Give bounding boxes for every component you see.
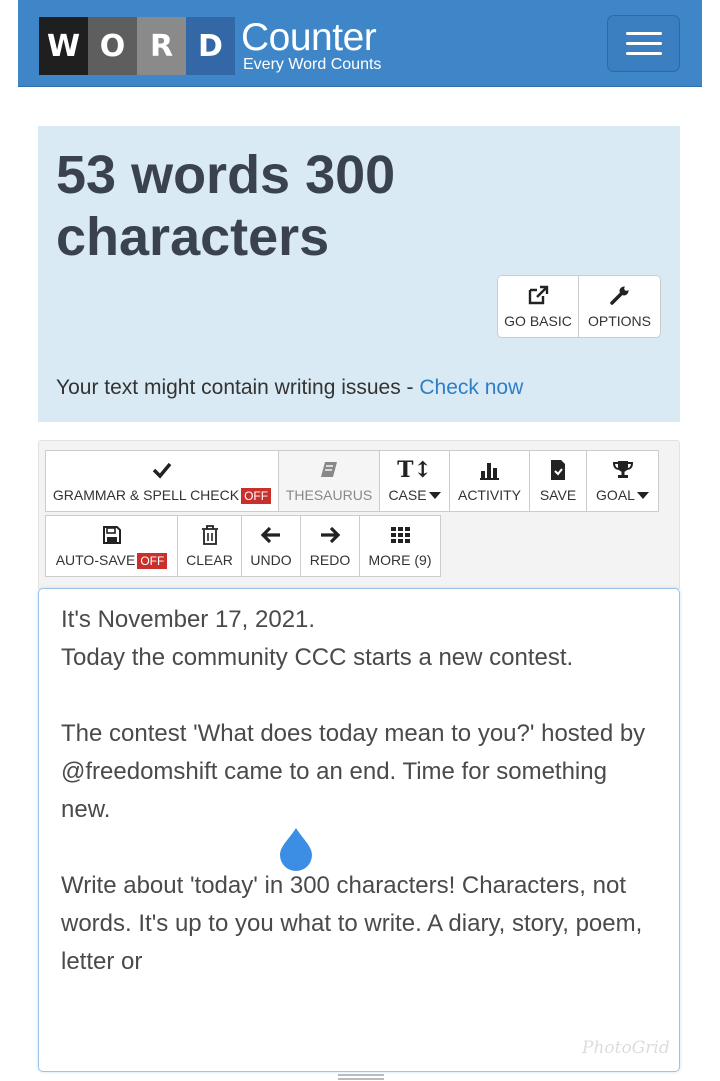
grammar-spell-check-button[interactable]: GRAMMAR & SPELL CHECK OFF bbox=[45, 450, 279, 512]
thesaurus-button[interactable]: THESAURUS bbox=[278, 450, 380, 512]
wrench-icon bbox=[609, 285, 629, 305]
goal-label: GOAL bbox=[596, 486, 635, 503]
goal-button[interactable]: GOAL bbox=[586, 450, 659, 512]
logo-brand: Counter Every Word Counts bbox=[241, 17, 381, 75]
undo-button[interactable]: UNDO bbox=[241, 515, 301, 577]
auto-save-button[interactable]: AUTO-SAVE OFF bbox=[45, 515, 178, 577]
hamburger-menu-button[interactable] bbox=[607, 15, 680, 72]
panel-button-group: GO BASIC OPTIONS bbox=[497, 275, 661, 338]
more-button[interactable]: MORE (9) bbox=[359, 515, 441, 577]
floppy-disk-icon bbox=[102, 525, 121, 544]
editor-text[interactable]: It's November 17, 2021. Today the commun… bbox=[61, 601, 661, 981]
undo-label: UNDO bbox=[250, 551, 292, 568]
check-now-link[interactable]: Check now bbox=[419, 376, 523, 399]
auto-save-label: AUTO-SAVE bbox=[55, 551, 136, 568]
go-basic-button[interactable]: GO BASIC bbox=[497, 275, 579, 338]
logo-letter-r: R bbox=[137, 17, 186, 75]
save-file-icon bbox=[551, 459, 565, 480]
book-icon bbox=[321, 461, 337, 477]
activity-button[interactable]: ACTIVITY bbox=[449, 450, 530, 512]
case-button[interactable]: T↕ CASE bbox=[379, 450, 450, 512]
logo-letter-o: O bbox=[88, 17, 137, 75]
trophy-icon bbox=[612, 460, 633, 478]
auto-save-off-badge: OFF bbox=[137, 552, 168, 569]
brand-title: Counter bbox=[241, 16, 377, 59]
case-label: CASE bbox=[388, 486, 427, 503]
save-label: SAVE bbox=[539, 486, 577, 503]
clear-label: CLEAR bbox=[186, 551, 233, 568]
brand-tagline: Every Word Counts bbox=[243, 56, 382, 73]
clear-button[interactable]: CLEAR bbox=[177, 515, 242, 577]
text-editor[interactable]: It's November 17, 2021. Today the commun… bbox=[38, 588, 680, 1072]
logo-letter-d: D bbox=[186, 17, 235, 75]
bar-chart-icon bbox=[479, 462, 499, 480]
options-button[interactable]: OPTIONS bbox=[579, 275, 661, 338]
arrow-left-icon bbox=[260, 526, 280, 543]
more-label: MORE (9) bbox=[368, 551, 432, 568]
text-case-icon: T↕ bbox=[397, 456, 432, 483]
go-basic-label: GO BASIC bbox=[504, 312, 572, 329]
logo-letter-w: W bbox=[39, 17, 88, 75]
photogrid-watermark: PhotoGrid bbox=[582, 1038, 670, 1058]
issues-text: Your text might contain writing issues - bbox=[56, 376, 420, 399]
redo-label: REDO bbox=[309, 551, 351, 568]
grammar-off-badge: OFF bbox=[241, 487, 272, 504]
arrow-right-icon bbox=[321, 526, 341, 543]
thesaurus-label: THESAURUS bbox=[285, 486, 373, 503]
editor-resize-handle[interactable] bbox=[338, 1074, 384, 1080]
editor-toolbar: GRAMMAR & SPELL CHECK OFF THESAURUS T↕ CA… bbox=[38, 440, 680, 590]
checkmark-icon bbox=[152, 462, 172, 479]
hamburger-menu-icon bbox=[625, 32, 662, 35]
caret-down-icon bbox=[636, 492, 649, 500]
count-panel: 53 words 300 characters GO BASIC OPTIONS… bbox=[38, 126, 680, 422]
activity-label: ACTIVITY bbox=[457, 486, 521, 503]
options-label: OPTIONS bbox=[587, 312, 651, 329]
site-header: W O R D Counter Every Word Counts bbox=[18, 0, 702, 87]
redo-button[interactable]: REDO bbox=[300, 515, 360, 577]
caret-down-icon bbox=[428, 492, 441, 500]
save-button[interactable]: SAVE bbox=[529, 450, 587, 512]
external-link-icon bbox=[528, 285, 549, 304]
trash-icon bbox=[201, 524, 218, 545]
word-character-count: 53 words 300 characters bbox=[56, 145, 396, 267]
text-cursor-handle-icon[interactable] bbox=[276, 826, 316, 872]
word-counter-logo[interactable]: W O R D Counter Every Word Counts bbox=[39, 17, 381, 75]
grid-icon bbox=[391, 526, 410, 543]
grammar-label: GRAMMAR & SPELL CHECK bbox=[52, 486, 240, 503]
writing-issues-notice: Your text might contain writing issues -… bbox=[56, 376, 523, 400]
